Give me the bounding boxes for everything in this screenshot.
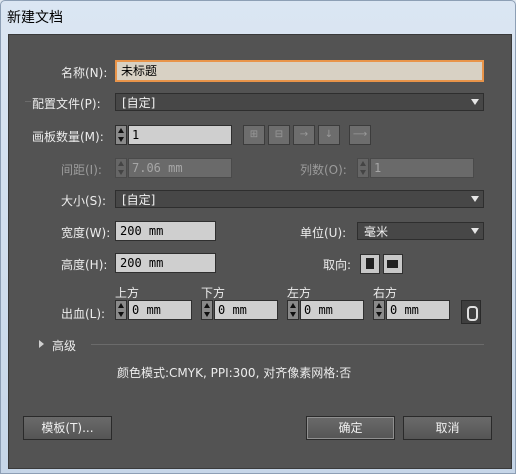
stepper-up-icon [118, 128, 124, 133]
bleed-left-stepper[interactable] [287, 300, 299, 320]
stepper-down-icon [118, 137, 124, 142]
window-title: 新建文档 [7, 10, 63, 26]
ok-button[interactable]: 确定 [306, 416, 395, 440]
stepper-up-icon [376, 303, 382, 308]
bleed-bottom-stepper[interactable] [201, 300, 213, 320]
landscape-page-shape [387, 260, 398, 268]
chevron-down-icon [471, 228, 479, 234]
size-label: 大小(S): [61, 194, 107, 208]
bleed-top-label: 上方 [115, 286, 140, 300]
grid-by-column-icon[interactable]: ⊟ [268, 125, 290, 145]
right-to-left-icon[interactable]: ⟶ [349, 125, 371, 145]
height-label: 高度(H): [61, 258, 108, 272]
units-label: 单位(U): [300, 226, 347, 240]
size-select[interactable]: [自定] [115, 190, 484, 208]
grid-by-row-icon[interactable]: ⊞ [243, 125, 265, 145]
stepper-down-icon [118, 170, 124, 175]
units-select-value: 毫米 [364, 225, 389, 239]
bleed-top-input[interactable]: 0 mm [128, 300, 192, 320]
bleed-right-input[interactable]: 0 mm [386, 300, 450, 320]
bleed-bottom-input[interactable]: 0 mm [214, 300, 278, 320]
templates-button[interactable]: 模板(T)... [23, 416, 112, 440]
link-chain-shape [467, 306, 478, 321]
columns-label: 列数(O): [300, 163, 347, 177]
width-label: 宽度(W): [61, 226, 111, 240]
bleed-top-stepper[interactable] [115, 300, 127, 320]
stepper-down-icon [204, 312, 210, 317]
artboards-stepper[interactable] [115, 125, 127, 145]
bleed-bottom-label: 下方 [201, 286, 226, 300]
arrange-by-row-icon[interactable]: → [293, 125, 315, 145]
arrange-by-column-icon[interactable]: ↓ [318, 125, 340, 145]
advanced-toggle[interactable]: 高级 [52, 337, 76, 354]
document-summary: 颜色模式:CMYK, PPI:300, 对齐像素网格:否 [117, 366, 352, 380]
section-divider [25, 101, 31, 102]
link-icon[interactable] [461, 300, 481, 324]
name-label: 名称(N): [61, 66, 108, 80]
dialog-body: 名称(N): 未标题 配置文件(P): [自定] 画板数量(M): 1 ⊞ ⊟ … [8, 34, 512, 469]
artboards-input[interactable]: 1 [128, 125, 232, 145]
artboards-label: 画板数量(M): [32, 130, 104, 144]
bleed-label: 出血(L): [61, 307, 106, 321]
portrait-icon[interactable] [360, 254, 380, 274]
units-select[interactable]: 毫米 [357, 222, 484, 240]
profile-select-value: [自定] [122, 96, 156, 110]
stepper-up-icon [360, 161, 366, 166]
profile-label: 配置文件(P): [32, 97, 101, 111]
stepper-up-icon [118, 303, 124, 308]
name-input[interactable]: 未标题 [115, 60, 484, 82]
chevron-down-icon [471, 196, 479, 202]
profile-select[interactable]: [自定] [115, 93, 484, 111]
stepper-down-icon [376, 312, 382, 317]
stepper-down-icon [118, 312, 124, 317]
orientation-label: 取向: [323, 258, 352, 272]
spacing-label: 间距(I): [61, 163, 102, 177]
landscape-icon[interactable] [383, 254, 403, 274]
bleed-right-label: 右方 [373, 286, 398, 300]
bleed-right-stepper[interactable] [373, 300, 385, 320]
width-input[interactable]: 200 mm [115, 221, 216, 241]
spacing-stepper [115, 158, 127, 178]
chevron-down-icon [471, 99, 479, 105]
columns-stepper [357, 158, 369, 178]
height-input[interactable]: 200 mm [115, 253, 216, 273]
stepper-up-icon [290, 303, 296, 308]
bleed-left-label: 左方 [287, 286, 312, 300]
stepper-down-icon [360, 170, 366, 175]
size-select-value: [自定] [122, 193, 156, 207]
portrait-page-shape [366, 258, 374, 269]
new-document-dialog: 新建文档 名称(N): 未标题 配置文件(P): [自定] 画板数量(M): 1… [0, 0, 516, 474]
stepper-up-icon [204, 303, 210, 308]
bleed-left-input[interactable]: 0 mm [300, 300, 364, 320]
cancel-button[interactable]: 取消 [403, 416, 492, 440]
stepper-down-icon [290, 312, 296, 317]
advanced-divider [91, 344, 484, 345]
stepper-up-icon [118, 161, 124, 166]
columns-input: 1 [370, 158, 474, 178]
spacing-input: 7.06 mm [128, 158, 232, 178]
triangle-right-icon[interactable] [39, 340, 44, 348]
